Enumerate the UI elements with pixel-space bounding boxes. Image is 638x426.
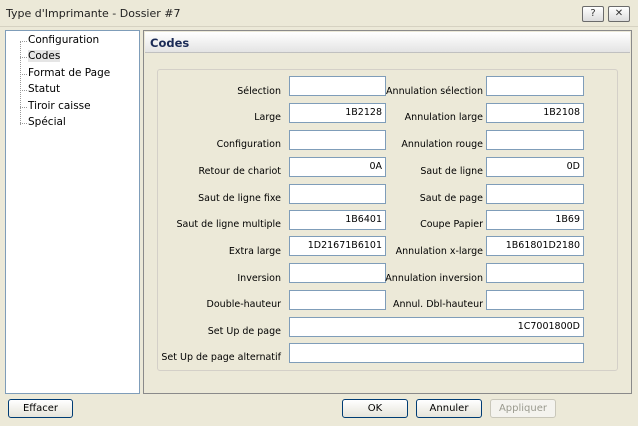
tree-item-configuration[interactable]: Configuration bbox=[28, 34, 99, 46]
tree-item-tiroir-caisse[interactable]: Tiroir caisse bbox=[28, 100, 91, 112]
tree-item-format-de-page[interactable]: Format de Page bbox=[28, 67, 110, 79]
appliquer-button[interactable]: Appliquer bbox=[490, 399, 556, 418]
navigation-tree: Configuration Codes Format de Page Statu… bbox=[5, 30, 140, 394]
saut-ligne-multiple-label: Saut de ligne multiple bbox=[176, 219, 282, 230]
saut-ligne-label: Saut de ligne bbox=[420, 166, 483, 177]
tree-connector bbox=[20, 41, 21, 125]
effacer-button[interactable]: Effacer bbox=[8, 399, 73, 418]
coupe-papier-field[interactable]: 1B69 bbox=[486, 210, 584, 230]
tree-connector bbox=[20, 90, 27, 91]
tree-connector bbox=[20, 123, 27, 124]
saut-ligne-multiple-field[interactable]: 1B6401 bbox=[289, 210, 386, 230]
panel-header: Codes bbox=[145, 32, 630, 53]
extra-large-field[interactable]: 1D21671B6101 bbox=[289, 236, 386, 256]
retour-chariot-label: Retour de chariot bbox=[198, 166, 281, 177]
saut-ligne-fixe-label: Saut de ligne fixe bbox=[198, 193, 281, 204]
tree-connector bbox=[20, 74, 27, 75]
panel-title: Codes bbox=[150, 36, 190, 50]
inversion-field[interactable] bbox=[289, 263, 386, 283]
double-hauteur-field[interactable] bbox=[289, 290, 386, 310]
setup-page-label: Set Up de page bbox=[207, 326, 281, 337]
setup-page-alt-label: Set Up de page alternatif bbox=[161, 352, 281, 363]
inversion-label: Inversion bbox=[237, 273, 281, 284]
double-hauteur-label: Double-hauteur bbox=[206, 299, 281, 310]
large-label: Large bbox=[254, 112, 281, 123]
retour-chariot-field[interactable]: 0A bbox=[289, 157, 386, 177]
extra-large-label: Extra large bbox=[228, 246, 281, 257]
tree-connector bbox=[20, 57, 27, 58]
annulation-xlarge-field[interactable]: 1B61801D2180 bbox=[486, 236, 584, 256]
close-button[interactable]: ✕ bbox=[608, 6, 630, 22]
setup-page-alt-field[interactable] bbox=[289, 343, 584, 363]
annulation-inversion-field[interactable] bbox=[486, 263, 584, 283]
selection-label: Sélection bbox=[237, 86, 281, 97]
annulation-xlarge-label: Annulation x-large bbox=[395, 246, 483, 257]
selection-field[interactable] bbox=[289, 76, 386, 96]
saut-page-field[interactable] bbox=[486, 184, 584, 204]
saut-ligne-fixe-field[interactable] bbox=[289, 184, 386, 204]
tree-connector bbox=[20, 107, 27, 108]
annul-dbl-hauteur-field[interactable] bbox=[486, 290, 584, 310]
coupe-papier-label: Coupe Papier bbox=[420, 219, 483, 230]
title-bar: Type d'Imprimante - Dossier #7 ? ✕ bbox=[0, 0, 638, 27]
annulation-large-label: Annulation large bbox=[404, 112, 483, 123]
annulation-rouge-label: Annulation rouge bbox=[401, 139, 483, 150]
configuration-field[interactable] bbox=[289, 130, 386, 150]
tree-item-special[interactable]: Spécial bbox=[28, 116, 66, 128]
codes-panel: Codes Sélection Annulation sélection Lar… bbox=[143, 30, 632, 394]
saut-ligne-field[interactable]: 0D bbox=[486, 157, 584, 177]
configuration-label: Configuration bbox=[216, 139, 281, 150]
annulation-selection-field[interactable] bbox=[486, 76, 584, 96]
help-button[interactable]: ? bbox=[582, 6, 604, 22]
ok-button[interactable]: OK bbox=[342, 399, 408, 418]
annul-dbl-hauteur-label: Annul. Dbl-hauteur bbox=[392, 299, 483, 310]
tree-connector bbox=[20, 41, 27, 42]
annulation-large-field[interactable]: 1B2108 bbox=[486, 103, 584, 123]
annuler-button[interactable]: Annuler bbox=[416, 399, 482, 418]
annulation-selection-label: Annulation sélection bbox=[386, 86, 483, 97]
tree-item-statut[interactable]: Statut bbox=[28, 83, 60, 95]
window-title: Type d'Imprimante - Dossier #7 bbox=[6, 7, 181, 20]
setup-page-field[interactable]: 1C7001800D bbox=[289, 317, 584, 337]
saut-page-label: Saut de page bbox=[419, 193, 483, 204]
annulation-rouge-field[interactable] bbox=[486, 130, 584, 150]
annulation-inversion-label: Annulation inversion bbox=[385, 273, 483, 284]
large-field[interactable]: 1B2128 bbox=[289, 103, 386, 123]
tree-item-codes[interactable]: Codes bbox=[28, 50, 61, 62]
